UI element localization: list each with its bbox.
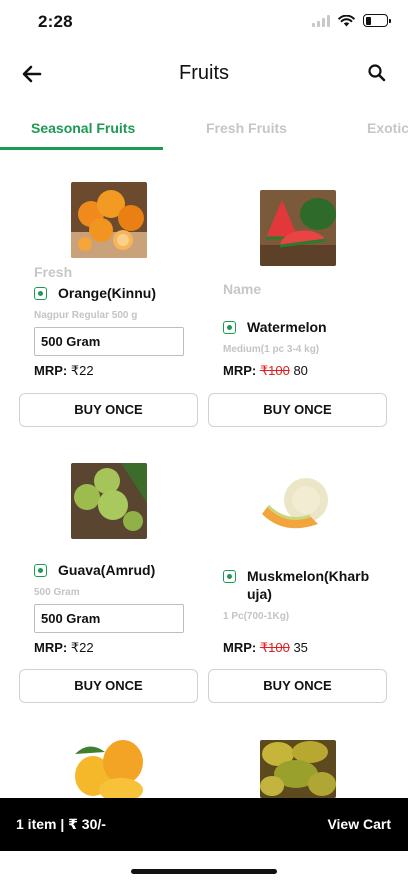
mrp-label: MRP:	[34, 363, 68, 378]
product-image-mango	[71, 740, 147, 798]
status-icons	[312, 14, 391, 27]
veg-icon	[223, 570, 236, 583]
product-image-orange	[71, 182, 147, 258]
category-tabs: Seasonal Fruits Fresh Fruits Exotic	[0, 108, 408, 152]
buy-once-button[interactable]: BUY ONCE	[19, 669, 198, 703]
original-price: ₹100	[259, 640, 290, 655]
mrp-label: MRP:	[34, 640, 68, 655]
buy-once-button[interactable]: BUY ONCE	[19, 393, 198, 427]
product-price: MRP: ₹22	[34, 363, 94, 379]
status-bar: 2:28	[0, 0, 408, 44]
product-name-line1: Muskmelon(Kharb	[247, 568, 370, 584]
product-price: MRP: ₹100 35	[223, 640, 308, 656]
cart-summary: 1 item | ₹ 30/-	[16, 816, 106, 832]
product-name: Guava(Amrud)	[58, 562, 156, 578]
current-price: 35	[293, 640, 308, 655]
mrp-label: MRP:	[223, 640, 257, 655]
quantity-selector[interactable]: 500 Gram	[34, 604, 184, 633]
product-description: Nagpur Regular 500 g	[34, 310, 138, 321]
product-price: MRP: ₹22	[34, 640, 94, 656]
tab-exotic[interactable]: Exotic	[367, 120, 408, 136]
product-description: 1 Pc(700-1Kg)	[223, 611, 290, 622]
current-price: ₹22	[70, 640, 94, 655]
active-tab-indicator	[0, 147, 163, 150]
tab-fresh-fruits[interactable]: Fresh Fruits	[206, 120, 287, 136]
veg-icon	[34, 564, 47, 577]
product-name: Watermelon	[247, 319, 327, 335]
product-name-line2: uja)	[247, 586, 272, 602]
product-image-raw-mango	[260, 740, 336, 798]
product-tagline: Name	[223, 281, 262, 297]
current-price: ₹22	[70, 363, 94, 378]
cart-bar[interactable]: 1 item | ₹ 30/- View Cart	[0, 798, 408, 851]
battery-icon	[363, 14, 391, 27]
status-time: 2:28	[38, 12, 73, 31]
cellular-signal-icon	[312, 14, 330, 27]
search-icon[interactable]	[366, 62, 388, 84]
tab-seasonal-fruits[interactable]: Seasonal Fruits	[31, 120, 135, 136]
page-title: Fruits	[179, 62, 229, 84]
current-price: 80	[293, 363, 308, 378]
product-tagline: Fresh	[34, 264, 73, 280]
quantity-selector[interactable]: 500 Gram	[34, 327, 184, 356]
header: Fruits	[0, 52, 408, 96]
product-image-muskmelon	[260, 474, 336, 550]
product-name: Muskmelon(Kharb uja)	[247, 567, 369, 603]
buy-once-button[interactable]: BUY ONCE	[208, 393, 387, 427]
product-description: 500 Gram	[34, 587, 80, 598]
view-cart-button[interactable]: View Cart	[327, 816, 391, 832]
product-image-guava	[71, 463, 147, 539]
veg-icon	[223, 321, 236, 334]
mrp-label: MRP:	[223, 363, 257, 378]
product-price: MRP: ₹100 80	[223, 363, 308, 379]
product-image-watermelon	[260, 190, 336, 266]
home-indicator[interactable]	[131, 869, 277, 874]
original-price: ₹100	[259, 363, 290, 378]
buy-once-button[interactable]: BUY ONCE	[208, 669, 387, 703]
product-description: Medium(1 pc 3-4 kg)	[223, 344, 320, 355]
product-name: Orange(Kinnu)	[58, 285, 156, 301]
wifi-icon	[338, 14, 355, 26]
veg-icon	[34, 287, 47, 300]
